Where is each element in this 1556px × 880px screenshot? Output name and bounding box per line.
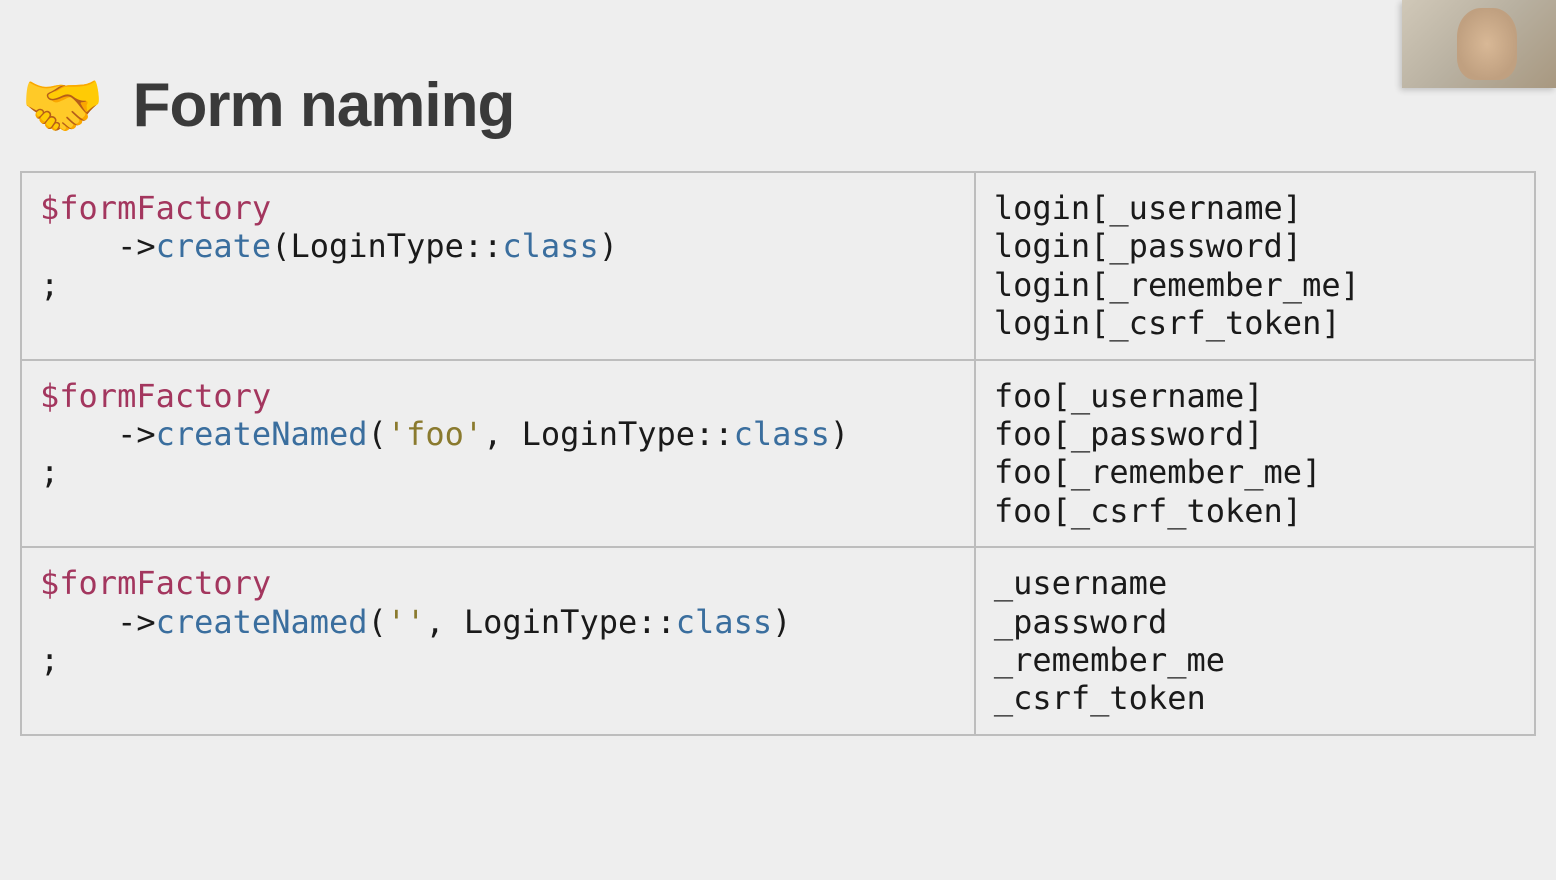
- code-token-paren: ): [772, 603, 791, 641]
- output-line: _username: [994, 564, 1516, 602]
- code-token-method: createNamed: [156, 603, 368, 641]
- code-token-paren: (: [368, 415, 387, 453]
- output-line: login[_remember_me]: [994, 266, 1516, 304]
- code-token-paren: (: [368, 603, 387, 641]
- table-row: $formFactory ->createNamed('foo', LoginT…: [21, 360, 1535, 548]
- code-token-type: LoginType::: [522, 415, 734, 453]
- code-cell: $formFactory ->create(LoginType::class) …: [21, 172, 975, 360]
- code-token-arrow: ->: [117, 227, 156, 265]
- slide-header: 🤝 Form naming: [0, 0, 1556, 171]
- output-line: _csrf_token: [994, 679, 1516, 717]
- code-token-keyword: class: [676, 603, 772, 641]
- output-cell: login[_username] login[_password] login[…: [975, 172, 1535, 360]
- code-token-keyword: class: [502, 227, 598, 265]
- code-token-terminator: ;: [40, 453, 59, 491]
- code-token-terminator: ;: [40, 266, 59, 304]
- code-token-string: 'foo': [387, 415, 483, 453]
- code-token-var: $formFactory: [40, 189, 271, 227]
- output-line: foo[_csrf_token]: [994, 492, 1516, 530]
- output-line: foo[_remember_me]: [994, 453, 1516, 491]
- code-table: $formFactory ->create(LoginType::class) …: [20, 171, 1536, 736]
- output-line: foo[_password]: [994, 415, 1516, 453]
- output-cell: foo[_username] foo[_password] foo[_remem…: [975, 360, 1535, 548]
- code-token-var: $formFactory: [40, 564, 271, 602]
- code-token-paren: ): [599, 227, 618, 265]
- presenter-face: [1457, 8, 1517, 80]
- output-line: login[_username]: [994, 189, 1516, 227]
- code-token-var: $formFactory: [40, 377, 271, 415]
- table-row: $formFactory ->create(LoginType::class) …: [21, 172, 1535, 360]
- output-line: login[_password]: [994, 227, 1516, 265]
- code-token-string: '': [387, 603, 426, 641]
- code-cell: $formFactory ->createNamed('foo', LoginT…: [21, 360, 975, 548]
- handshake-icon: 🤝: [20, 72, 105, 140]
- slide-title: Form naming: [133, 70, 515, 141]
- output-cell: _username _password _remember_me _csrf_t…: [975, 547, 1535, 735]
- output-line: foo[_username]: [994, 377, 1516, 415]
- code-token-paren: (: [271, 227, 290, 265]
- code-token-arrow: ->: [117, 603, 156, 641]
- code-token-comma: ,: [483, 415, 522, 453]
- code-cell: $formFactory ->createNamed('', LoginType…: [21, 547, 975, 735]
- code-token-type: LoginType::: [464, 603, 676, 641]
- code-token-type: LoginType::: [290, 227, 502, 265]
- output-line: _password: [994, 603, 1516, 641]
- output-line: _remember_me: [994, 641, 1516, 679]
- code-table-container: $formFactory ->create(LoginType::class) …: [20, 171, 1536, 736]
- code-token-comma: ,: [425, 603, 464, 641]
- output-line: login[_csrf_token]: [994, 304, 1516, 342]
- code-token-keyword: class: [734, 415, 830, 453]
- code-token-method: createNamed: [156, 415, 368, 453]
- code-token-paren: ): [830, 415, 849, 453]
- code-token-arrow: ->: [117, 415, 156, 453]
- table-row: $formFactory ->createNamed('', LoginType…: [21, 547, 1535, 735]
- presenter-webcam: [1402, 0, 1556, 88]
- code-token-terminator: ;: [40, 641, 59, 679]
- code-token-method: create: [156, 227, 272, 265]
